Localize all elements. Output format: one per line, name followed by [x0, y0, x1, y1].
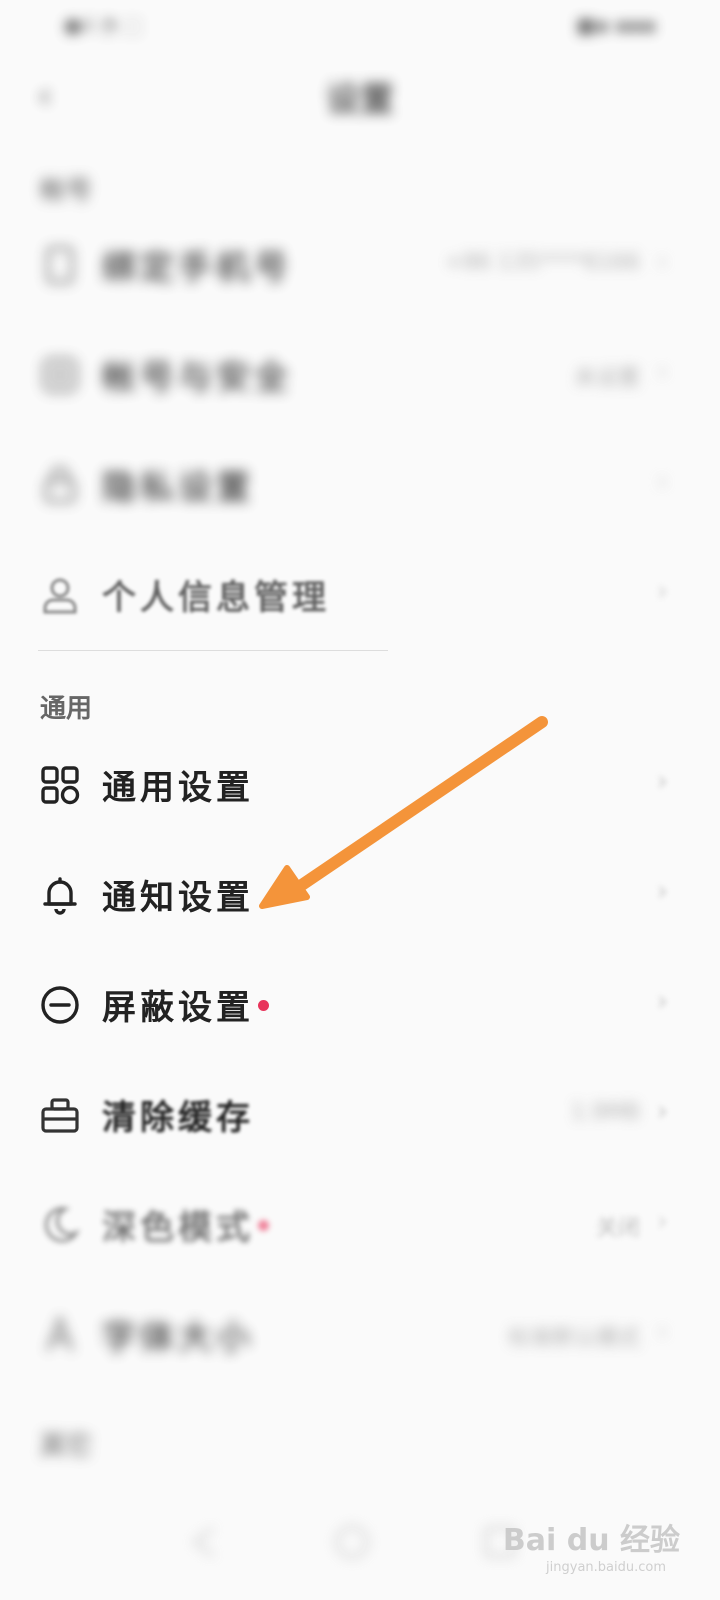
- annotation-arrow-icon: [259, 716, 548, 909]
